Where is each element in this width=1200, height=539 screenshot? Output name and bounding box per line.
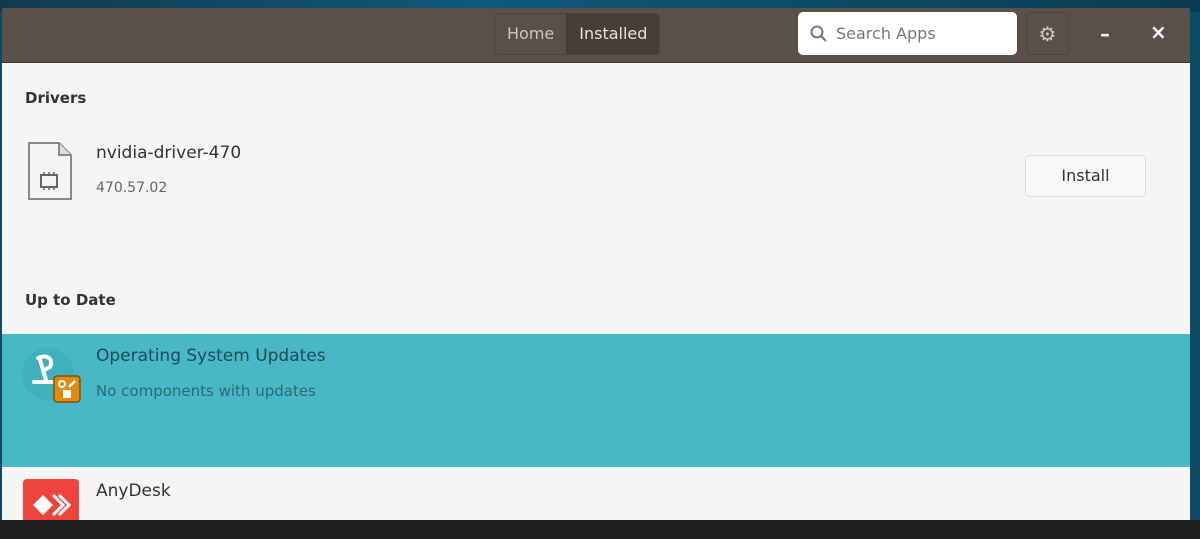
drivers-heading: Drivers [25, 89, 87, 107]
os-updates-row[interactable]: Operating System Updates No components w… [2, 334, 1190, 467]
os-updates-name: Operating System Updates [96, 346, 326, 366]
install-button[interactable]: Install [1025, 155, 1146, 197]
view-switcher: Home Installed [494, 13, 661, 55]
app-window: Home Installed Search Apps ⚙ – × Drivers… [2, 8, 1190, 520]
gear-icon: ⚙ [1038, 21, 1057, 46]
os-updates-subtitle: No components with updates [96, 382, 316, 400]
up-to-date-heading: Up to Date [25, 291, 116, 309]
driver-version: 470.57.02 [96, 180, 168, 196]
anydesk-icon [23, 479, 79, 520]
search-icon [810, 25, 827, 42]
driver-file-icon [28, 142, 72, 200]
anydesk-name: AnyDesk [96, 481, 171, 501]
settings-button[interactable]: ⚙ [1026, 12, 1069, 55]
taskbar [0, 520, 1200, 539]
driver-name: nvidia-driver-470 [96, 143, 242, 163]
tab-home[interactable]: Home [495, 14, 566, 54]
close-button[interactable]: × [1150, 20, 1167, 44]
tab-installed[interactable]: Installed [566, 14, 660, 54]
os-updates-icon [22, 348, 81, 403]
anydesk-row[interactable]: AnyDesk [2, 467, 1190, 520]
search-placeholder: Search Apps [836, 24, 936, 43]
header-bar: Home Installed Search Apps ⚙ – × [2, 8, 1190, 63]
minimize-button[interactable]: – [1100, 22, 1110, 46]
search-input[interactable]: Search Apps [798, 12, 1017, 55]
driver-row[interactable]: nvidia-driver-470 470.57.02 [2, 133, 1190, 213]
